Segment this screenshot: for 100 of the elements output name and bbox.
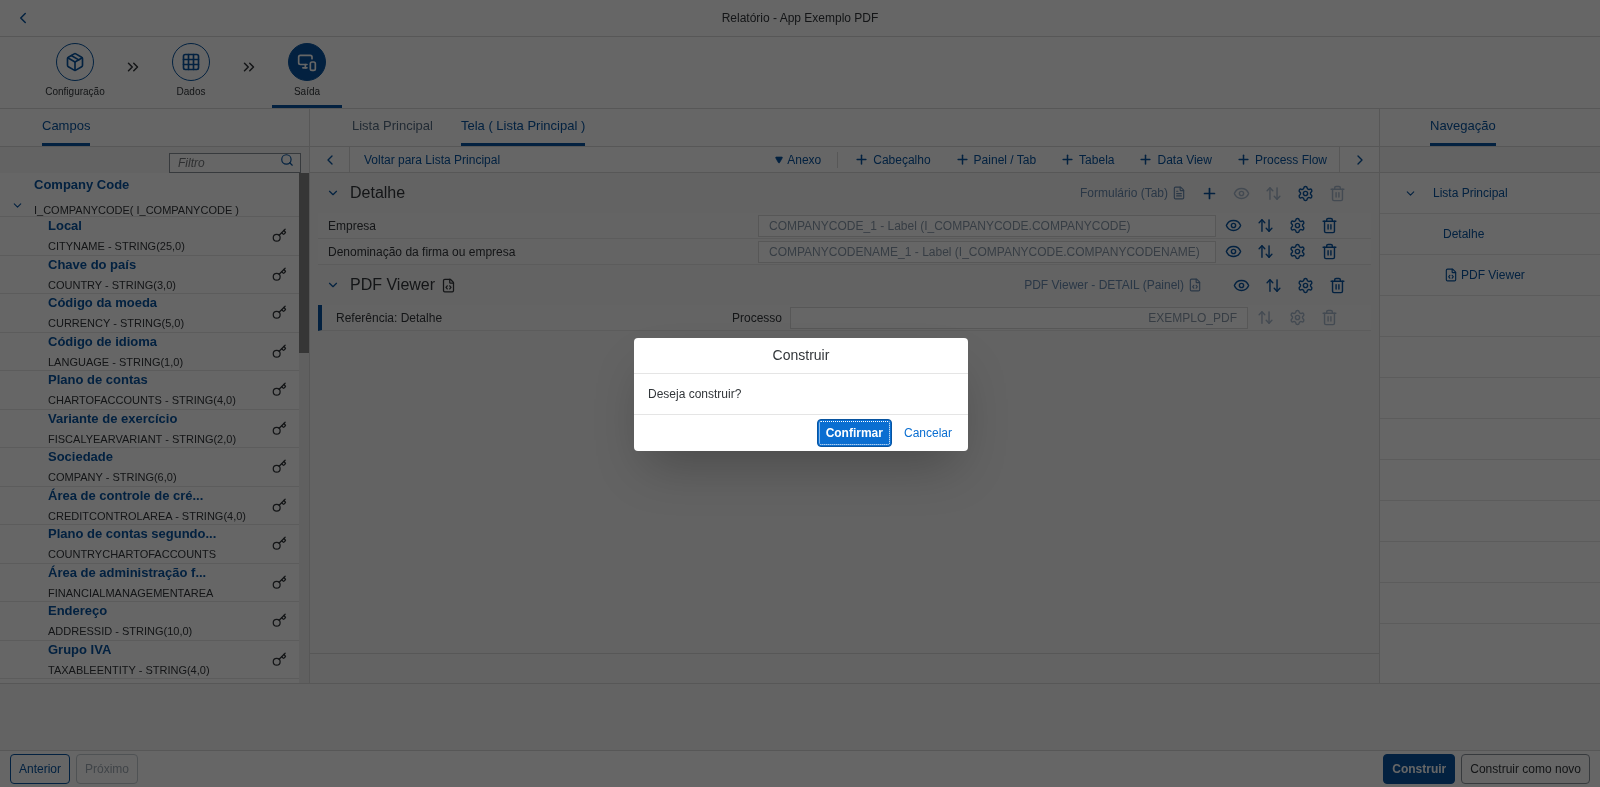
toolbar-button[interactable]: Tabela — [1048, 150, 1127, 169]
key-icon — [272, 343, 287, 359]
field-name: Local — [48, 218, 83, 234]
field-name: Chave do país — [48, 256, 138, 272]
back-link[interactable]: Voltar para Lista Principal — [364, 150, 501, 169]
dialog-message: Deseja construir? — [648, 386, 742, 403]
document-icon — [441, 277, 457, 293]
grid-icon — [181, 52, 201, 72]
key-icon — [272, 536, 287, 552]
form-icon — [1172, 186, 1186, 200]
field-item[interactable]: Plano de contas segundo... COUNTRYCHARTOFACCOUNTS — [0, 525, 299, 564]
dropdown-triangle-icon — [775, 155, 784, 164]
nav-item[interactable]: Detalhe — [1380, 214, 1600, 255]
add-icon — [954, 152, 970, 167]
field-type: LANGUAGE - STRING(1,0) — [48, 355, 185, 369]
key-icon — [272, 228, 287, 244]
field-type: CURRENCY - STRING(5,0) — [48, 317, 186, 331]
sort-arrows-icon[interactable] — [1256, 242, 1275, 261]
dialog-button[interactable]: Confirmar — [816, 419, 892, 447]
key-icon — [272, 574, 287, 590]
nav-label: Lista Principal — [1433, 185, 1508, 202]
key-icon — [272, 305, 287, 321]
toolbar-button[interactable]: Painel / Tab — [942, 150, 1049, 169]
footer-button[interactable]: Construir como novo — [1461, 754, 1590, 784]
field-name: Variante de exercício — [48, 410, 179, 426]
window-title: Relatório - App Exemplo PDF — [721, 10, 879, 27]
field-type: COUNTRYCHARTOFACCOUNTS — [48, 548, 218, 562]
devices-icon — [297, 52, 317, 72]
footer-button[interactable]: Anterior — [10, 754, 71, 784]
document-icon — [1444, 268, 1458, 282]
entity-source: I_COMPANYCODE( I_COMPANYCODE ) — [34, 202, 239, 218]
field-name: Área de administração f... — [48, 564, 208, 580]
field-type: FINANCIALMANAGEMENTAREA — [48, 586, 215, 600]
field-name: Plano de contas — [48, 372, 149, 388]
delete-icon[interactable] — [1320, 216, 1339, 235]
dialog-title: Construir — [772, 346, 830, 365]
field-name: Plano de contas segundo... — [48, 526, 218, 542]
nav-label: Detalhe — [1443, 226, 1485, 243]
add-icon — [1060, 152, 1076, 167]
nav-label: PDF Viewer — [1461, 267, 1525, 284]
field-type: COUNTRY - STRING(3,0) — [48, 278, 177, 292]
nav-item[interactable]: Lista Principal — [1380, 173, 1600, 214]
tab[interactable]: Lista Principal — [352, 109, 433, 146]
field-type: CITYNAME - STRING(25,0) — [48, 240, 186, 254]
field-item[interactable]: Local CITYNAME - STRING(25,0) — [0, 217, 299, 256]
row-label: Denominação da firma ou empresa — [328, 243, 516, 261]
scrollbar[interactable] — [299, 173, 309, 683]
dialog-button[interactable]: Cancelar — [895, 419, 960, 447]
field-name: Código da moeda — [48, 295, 159, 311]
field-type: CREDITCONTROLAREA - STRING(4,0) — [48, 509, 248, 523]
key-icon — [272, 497, 287, 513]
field-name: Área de controle de cré... — [48, 487, 205, 503]
section-title: PDF Viewer — [350, 275, 436, 295]
toolbar-button[interactable]: Data View — [1126, 150, 1224, 169]
delete-icon[interactable] — [1320, 242, 1339, 261]
toolbar-button[interactable]: Anexo — [763, 150, 834, 169]
section-title: Detalhe — [350, 183, 406, 203]
section-type: Formulário (Tab) — [1079, 185, 1168, 202]
field-name: Sociedade — [48, 449, 115, 465]
key-icon — [272, 382, 287, 398]
add-icon — [1138, 152, 1154, 167]
settings-icon[interactable] — [1288, 216, 1307, 235]
key-icon — [272, 420, 287, 436]
settings-icon[interactable] — [1296, 183, 1315, 203]
nav-item[interactable]: PDF Viewer — [1380, 255, 1600, 296]
document-icon — [1188, 278, 1202, 292]
toolbar-button[interactable]: Process Flow — [1223, 150, 1339, 169]
package-icon — [65, 52, 85, 72]
row-label: Empresa — [328, 217, 377, 235]
field-item[interactable]: Endereço ADDRESSID - STRING(10,0) — [0, 602, 299, 641]
row-label: Referência: Detalhe — [336, 309, 443, 327]
settings-icon[interactable] — [1288, 242, 1307, 261]
delete-icon[interactable] — [1328, 275, 1347, 295]
step[interactable]: Dados — [156, 43, 226, 108]
field-type: COMPANY - STRING(6,0) — [48, 471, 178, 485]
key-icon — [272, 266, 287, 282]
field-name: Código de idioma — [48, 333, 159, 349]
step[interactable]: Configuração — [40, 43, 110, 108]
field-type: TAXABLEENTITY - STRING(4,0) — [48, 663, 211, 677]
field-name: Grupo IVA — [48, 641, 113, 657]
field-item[interactable]: Código da moeda CURRENCY - STRING(5,0) — [0, 294, 299, 333]
search-icon — [280, 153, 294, 167]
add-icon — [854, 152, 870, 167]
field-item[interactable]: Sociedade COMPANY - STRING(6,0) — [0, 448, 299, 487]
field-type: ADDRESSID - STRING(10,0) — [48, 625, 194, 639]
key-icon — [272, 459, 287, 475]
footer-button[interactable]: Construir — [1383, 754, 1456, 784]
field-type: CHARTOFACCOUNTS - STRING(4,0) — [48, 394, 237, 408]
field-label: Processo — [731, 309, 782, 327]
key-icon — [272, 613, 287, 629]
add-icon — [1235, 152, 1251, 167]
filter-field[interactable]: Filtro — [169, 153, 301, 173]
field-item[interactable]: Plano de contas CHARTOFACCOUNTS - STRING(4,0) — [0, 371, 299, 410]
settings-icon[interactable] — [1296, 275, 1315, 295]
field-type: FISCALYEARVARIANT - STRING(2,0) — [48, 432, 238, 446]
field-name: Endereço — [48, 603, 109, 619]
sort-arrows-icon[interactable] — [1256, 216, 1275, 235]
toolbar-button[interactable]: Cabeçalho — [842, 150, 943, 169]
section-type: PDF Viewer - DETAIL (Painel) — [1024, 277, 1184, 294]
key-icon — [272, 651, 287, 667]
